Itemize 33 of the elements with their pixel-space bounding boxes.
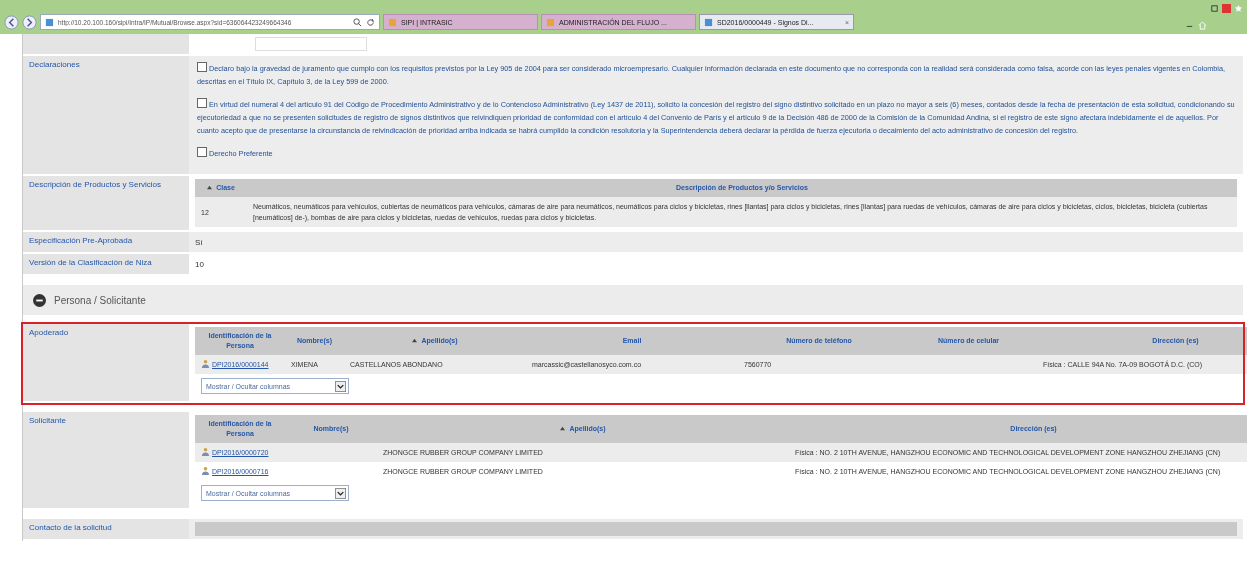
checkbox[interactable]: [197, 62, 207, 72]
row-label: Descripción de Productos y Servicios: [23, 176, 189, 230]
caret-icon: [335, 487, 346, 499]
forward-icon[interactable]: [22, 15, 37, 30]
field-value: Sí: [195, 237, 203, 247]
row-label: Especificación Pre-Aprobada: [23, 232, 189, 252]
search-icon[interactable]: [353, 17, 362, 27]
page-icon: [388, 17, 397, 27]
person-icon: [201, 447, 210, 456]
back-icon[interactable]: [4, 15, 19, 30]
row-label: Versión de la Clasificación de Niza: [23, 254, 189, 274]
page-icon: [704, 17, 713, 27]
checkbox[interactable]: [197, 147, 207, 157]
person-icon: [201, 466, 210, 475]
row-label: Declaraciones: [23, 56, 189, 174]
sort-ascending-icon: [412, 338, 418, 343]
collapse-icon: [33, 293, 46, 307]
sort-ascending-icon: [560, 426, 566, 431]
field-value: 10: [195, 259, 204, 269]
maximize-icon[interactable]: [1210, 4, 1219, 13]
row-label: Apoderado: [23, 324, 189, 401]
page-icon: [45, 17, 54, 27]
person-icon: [201, 359, 210, 368]
checkbox[interactable]: [197, 98, 207, 108]
refresh-icon[interactable]: [366, 17, 375, 27]
sort-ascending-icon: [207, 185, 213, 190]
section-header[interactable]: Persona / Solicitante: [23, 285, 1243, 315]
page-icon: [546, 17, 555, 27]
input-field[interactable]: [255, 37, 367, 51]
star-icon[interactable]: [1234, 4, 1243, 13]
row-label: Solicitante: [23, 412, 189, 508]
caret-icon: [335, 380, 346, 392]
row-label: Contacto de la solicitud: [23, 519, 189, 539]
